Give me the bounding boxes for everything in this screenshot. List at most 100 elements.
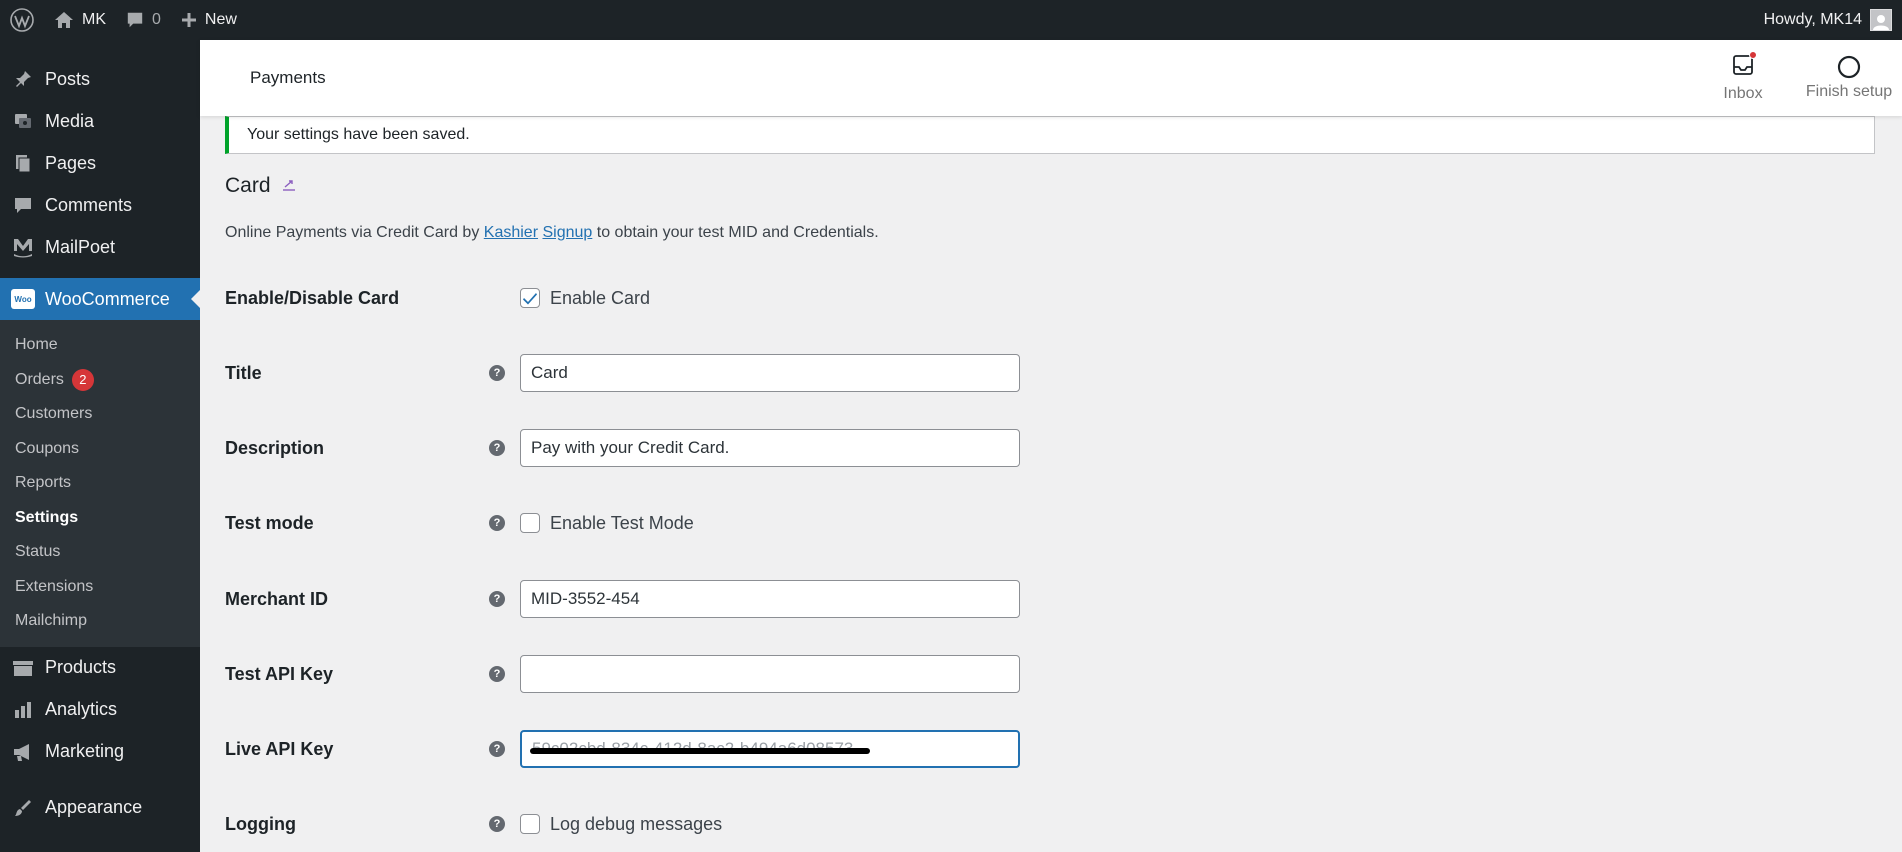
input-value: Card [531,363,568,382]
submenu-label: Home [15,336,58,354]
help-icon[interactable]: ? [489,816,505,832]
mailpoet-icon [10,234,36,260]
inbox-button[interactable]: Inbox [1690,40,1796,116]
menu-woocommerce[interactable]: Woo WooCommerce [0,278,200,320]
description-input[interactable]: Pay with your Credit Card. [520,429,1020,467]
plus-icon [181,13,196,27]
submenu-orders[interactable]: Orders 2 [0,363,200,398]
pin-icon [10,66,36,92]
submenu-label: Customers [15,405,93,423]
menu-label: Comments [45,194,133,215]
help-icon[interactable]: ? [489,365,505,381]
submenu-label: Orders [15,370,64,388]
kashier-link[interactable]: Kashier [484,224,538,241]
menu-label: Products [45,657,117,677]
field-label: Test API Key [225,663,334,684]
site-name-link[interactable]: MK [44,0,116,40]
checkbox-text: Log debug messages [550,813,723,834]
analytics-icon [10,697,36,723]
submenu-mailchimp[interactable]: Mailchimp [0,604,200,639]
submenu-label: Reports [15,474,72,492]
admin-bar: MK 0 New Howdy, MK14 [0,0,1902,40]
comment-icon [10,192,36,218]
woocommerce-submenu: Home Orders 2 Customers Coupons Reports S… [0,320,200,647]
account-menu[interactable]: Howdy, MK14 [1764,9,1902,31]
menu-comments[interactable]: Comments [0,184,200,226]
admin-sidebar: Posts Media Pages Comments MailPoet Woo … [0,40,200,852]
site-name: MK [82,11,106,28]
submenu-extensions[interactable]: Extensions [0,570,200,605]
help-icon[interactable]: ? [489,591,505,607]
logging-checkbox[interactable] [520,814,540,834]
checkmark-icon [523,293,537,305]
submenu-label: Status [15,543,61,561]
products-icon [10,655,36,681]
avatar [1870,9,1892,31]
redacted-value: 59c02cbd-834c-412d-8ac2-b494a6d08573 [530,732,1008,766]
page-title: Payments [250,68,326,87]
field-label: Test mode [225,512,314,533]
header-actions: Inbox Finish setup [1690,40,1902,116]
new-content-link[interactable]: New [171,0,247,40]
section-title: Card [225,174,271,197]
merchant-id-input[interactable]: MID-3552-454 [520,580,1020,618]
megaphone-icon [10,739,36,765]
help-icon[interactable]: ? [489,515,505,531]
test-mode-checkbox[interactable] [520,513,540,533]
signup-link[interactable]: Signup [542,224,592,241]
submenu-customers[interactable]: Customers [0,397,200,432]
help-icon[interactable]: ? [489,741,505,757]
help-icon[interactable]: ? [489,440,505,456]
enable-card-checkbox-label[interactable]: Enable Card [520,288,650,309]
comments-link[interactable]: 0 [116,0,171,40]
menu-analytics[interactable]: Analytics [0,689,200,731]
menu-mailpoet[interactable]: MailPoet [0,226,200,268]
woocommerce-header: Payments Inbox Finish setup [200,40,1902,116]
desc-suffix: to obtain your test MID and Credentials. [592,224,879,241]
input-value: MID-3552-454 [531,589,640,608]
finish-setup-button[interactable]: Finish setup [1796,40,1902,116]
row-enable: Enable/Disable Card Enable Card [225,278,1225,318]
row-title: Title ? Card [225,353,1225,393]
menu-marketing[interactable]: Marketing [0,731,200,773]
submenu-settings[interactable]: Settings [0,501,200,536]
title-input[interactable]: Card [520,354,1020,392]
row-logging: Logging ? Log debug messages [225,804,1225,844]
test-api-key-input[interactable] [520,655,1020,693]
submenu-label: Mailchimp [15,612,88,630]
test-mode-checkbox-label[interactable]: Enable Test Mode [520,513,694,534]
submenu-coupons[interactable]: Coupons [0,432,200,467]
logging-checkbox-label[interactable]: Log debug messages [520,814,722,835]
submenu-home[interactable]: Home [0,328,200,363]
success-notice: Your settings have been saved. [225,116,1875,154]
finish-setup-label: Finish setup [1805,83,1893,100]
enable-card-checkbox[interactable] [520,288,540,308]
new-label: New [204,11,237,28]
inbox-label: Inbox [1723,84,1763,102]
menu-products[interactable]: Products [0,647,200,689]
menu-media[interactable]: Media [0,100,200,142]
woo-badge: Woo [11,289,35,309]
menu-label: Media [45,110,95,131]
field-label: Title [225,362,262,383]
submenu-status[interactable]: Status [0,535,200,570]
menu-appearance[interactable]: Appearance [0,787,200,829]
progress-circle-icon [1837,55,1861,79]
input-value: 59c02cbd-834c-412d-8ac2-b494a6d08573 [532,739,854,758]
media-icon [10,108,36,134]
inbox-icon [1732,50,1757,85]
submenu-reports[interactable]: Reports [0,466,200,501]
menu-pages[interactable]: Pages [0,142,200,184]
field-label: Enable/Disable Card [225,287,400,308]
live-api-key-input[interactable]: 59c02cbd-834c-412d-8ac2-b494a6d08573 [520,730,1020,768]
field-label: Logging [225,813,296,834]
row-live-api-key: Live API Key ? 59c02cbd-834c-412d-8ac2-b… [225,729,1225,769]
menu-posts[interactable]: Posts [0,58,200,100]
orders-count-badge: 2 [71,368,94,391]
wordpress-logo-icon[interactable] [0,0,44,40]
notification-dot [1749,50,1757,59]
help-icon[interactable]: ? [489,666,505,682]
submenu-label: Settings [15,508,79,526]
return-arrow-icon[interactable] [281,178,297,195]
main-content: Your settings have been saved. Card Onli… [200,116,1902,852]
